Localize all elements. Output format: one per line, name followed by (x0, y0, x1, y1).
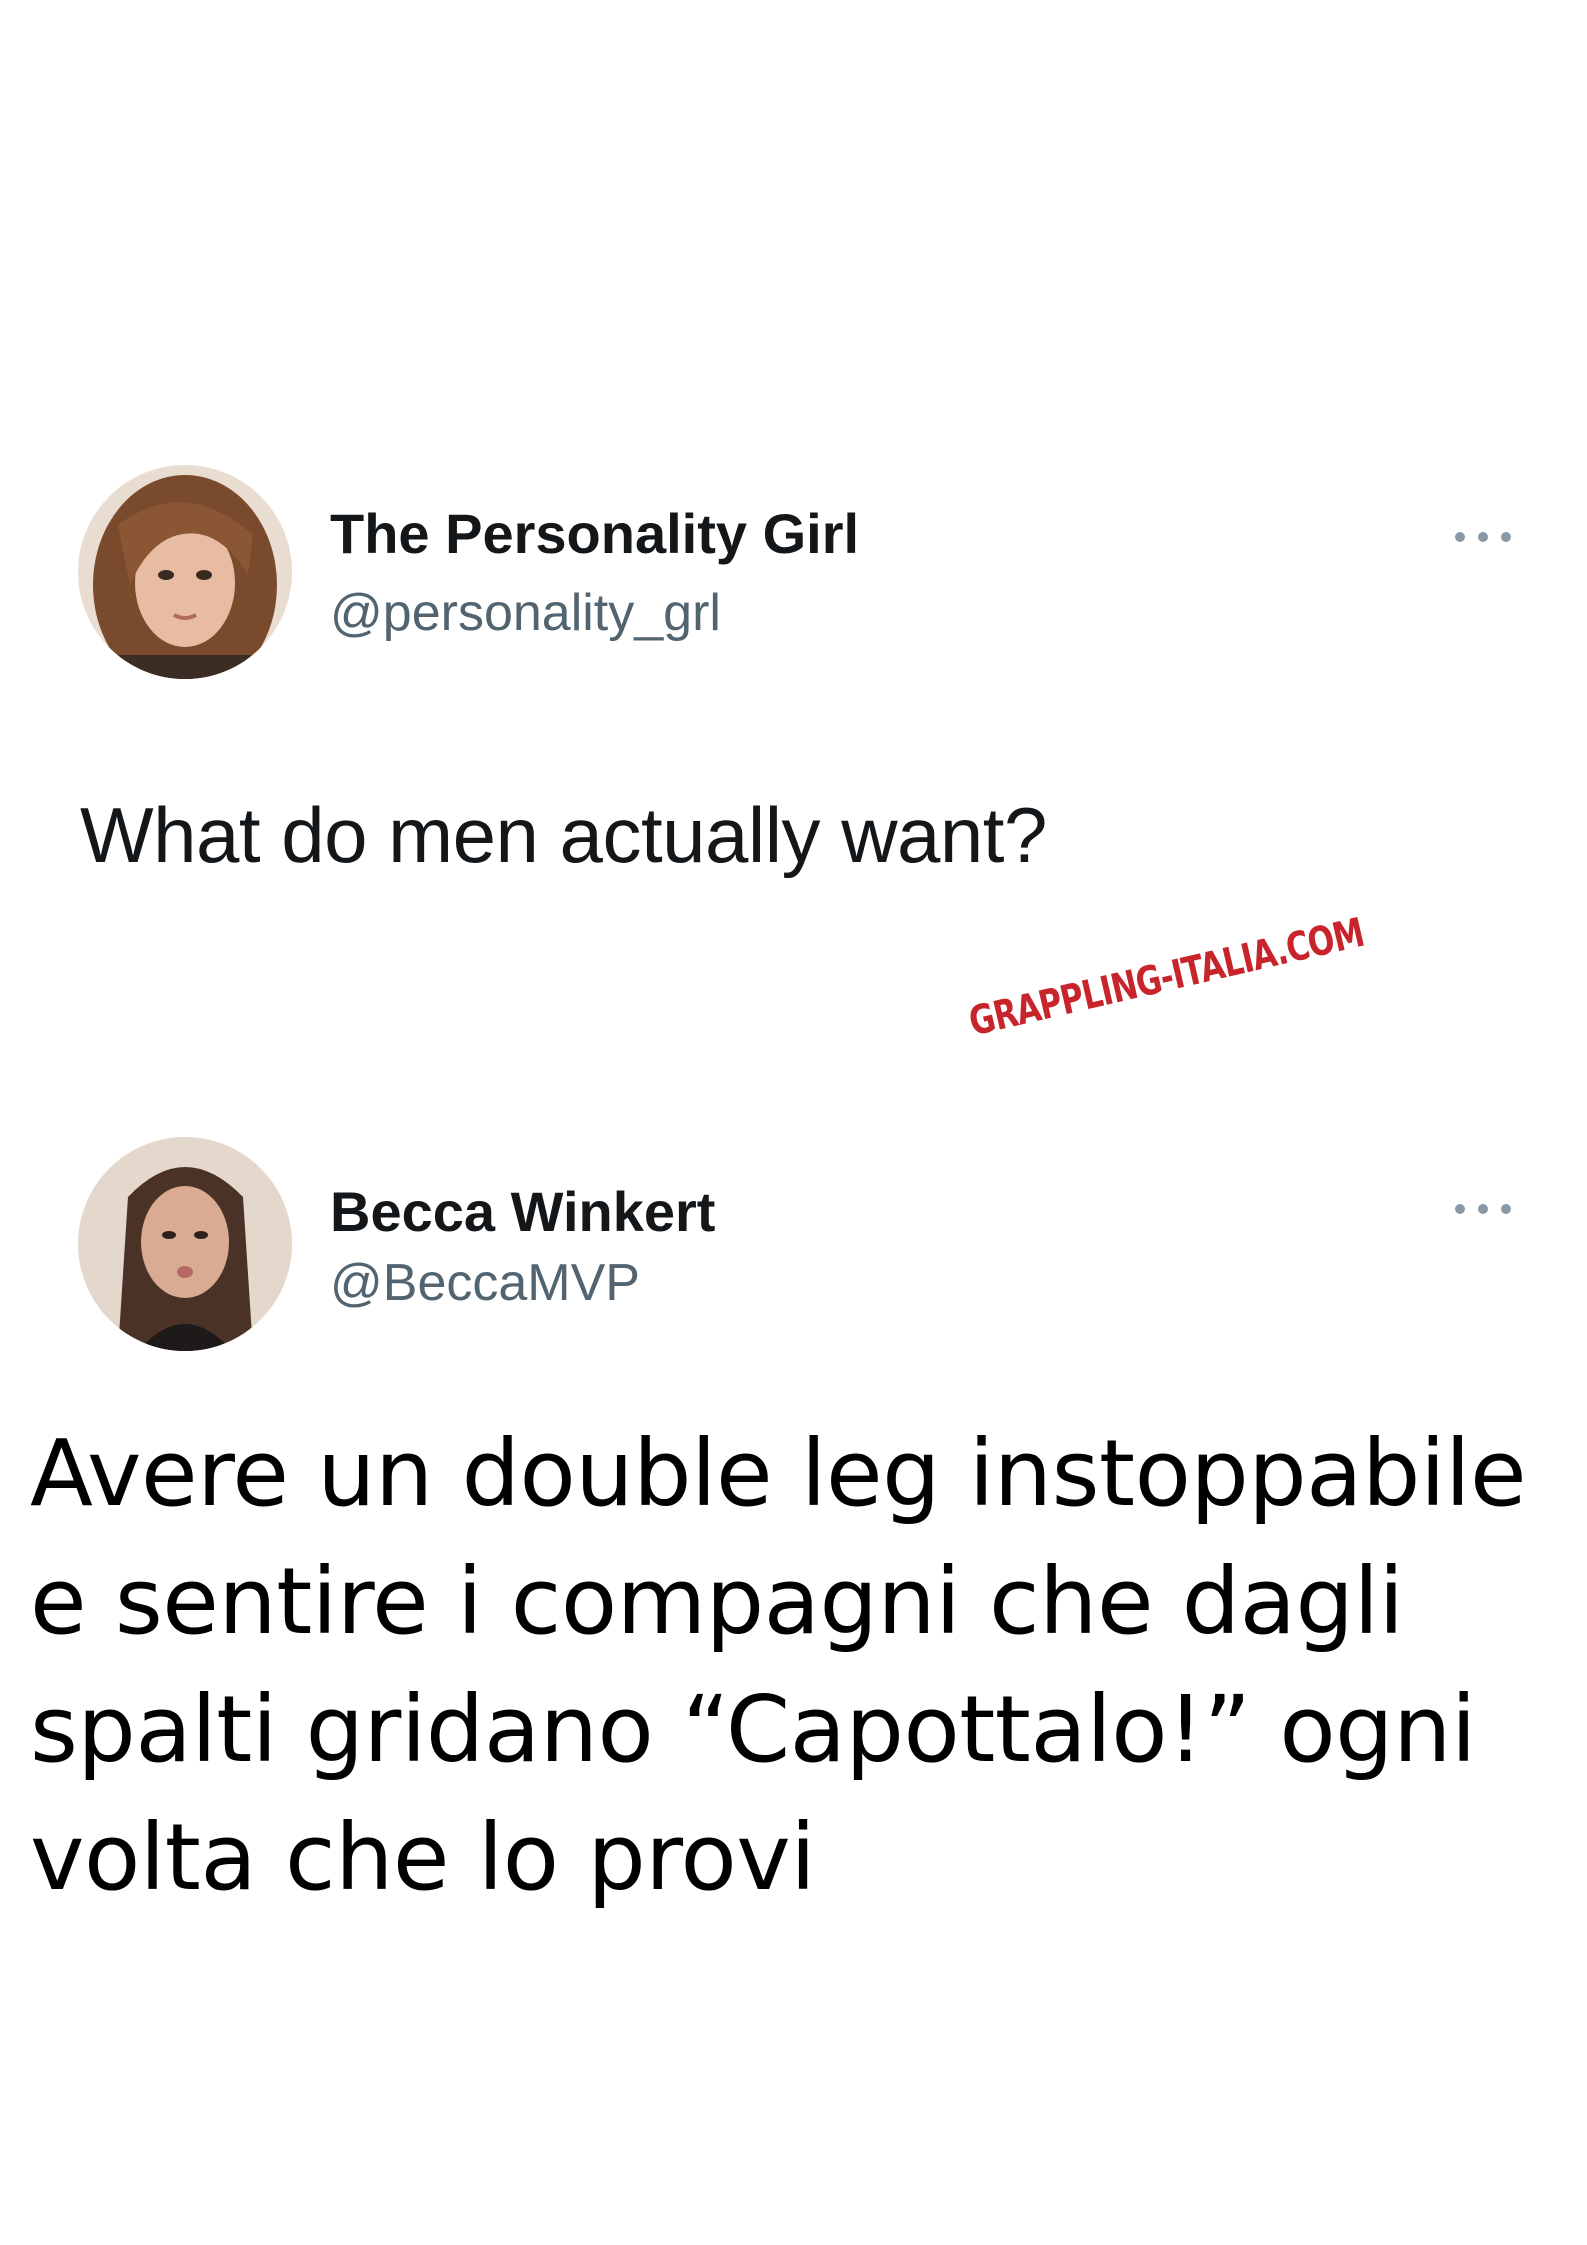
author-name[interactable]: The Personality Girl (330, 501, 859, 566)
author-handle[interactable]: @BeccaMVP (330, 1253, 640, 1313)
reply-text-line: volta che lo provi (30, 1804, 816, 1911)
tweet-header-2: Becca Winkert @BeccaMVP (78, 1137, 1518, 1357)
avatar[interactable] (78, 1137, 292, 1351)
watermark-text: GRAPPLING-ITALIA.COM (964, 909, 1369, 1046)
author-handle[interactable]: @personality_grl (330, 583, 721, 643)
tweet-text: What do men actually want? (80, 791, 1047, 879)
avatar[interactable] (78, 465, 292, 679)
tweet-header-1: The Personality Girl @personality_grl (78, 465, 1518, 685)
author-name[interactable]: Becca Winkert (330, 1179, 715, 1244)
reply-text-line: spalti gridano “Capottalo!” ogni (30, 1676, 1476, 1783)
reply-text-line: Avere un double leg instoppabile (30, 1420, 1527, 1527)
more-options-icon[interactable] (1448, 527, 1518, 547)
user-avatar-photo-icon (78, 1137, 292, 1351)
more-options-icon[interactable] (1448, 1199, 1518, 1219)
reply-text: Avere un double leg instoppabile e senti… (30, 1410, 1560, 1922)
user-avatar-photo-icon (78, 465, 292, 679)
reply-text-line: e sentire i compagni che dagli (30, 1548, 1404, 1655)
